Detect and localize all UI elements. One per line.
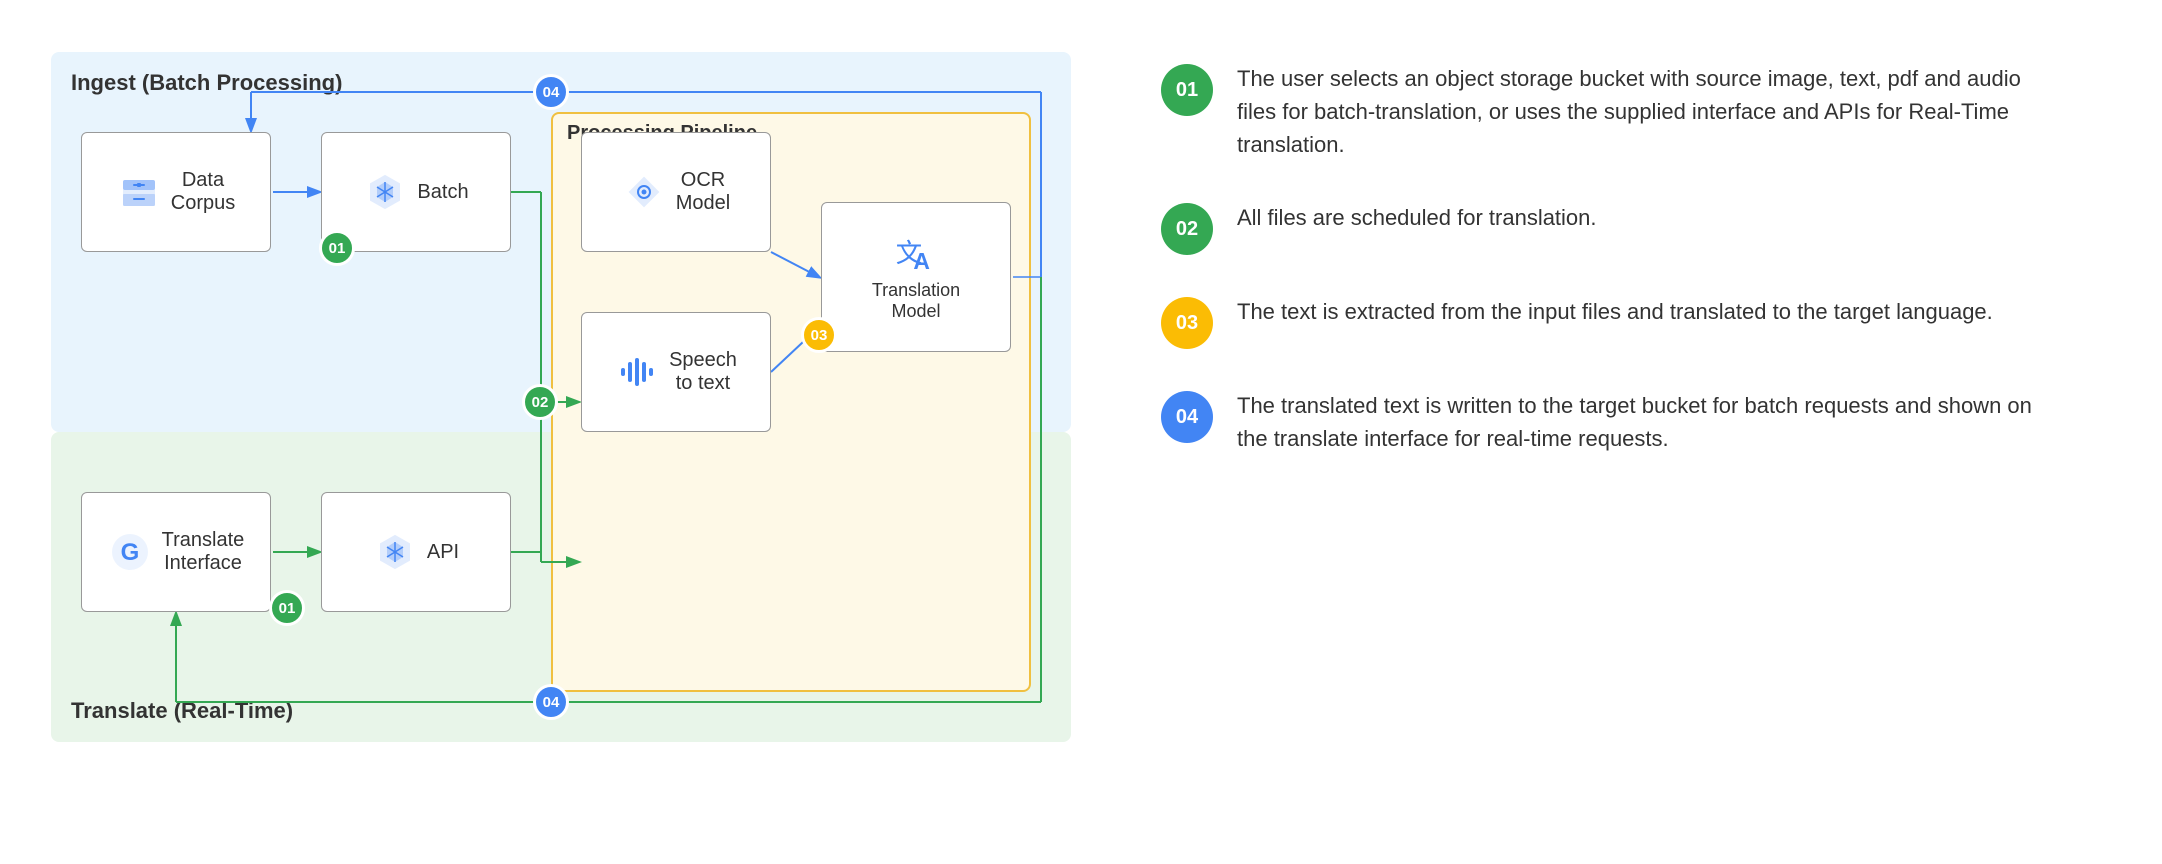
step-1: 01 The user selects an object storage bu… [1161,62,2061,161]
badge-03: 03 [801,317,837,353]
svg-text:G: G [120,539,139,566]
steps-panel: 01 The user selects an object storage bu… [1161,52,2061,455]
step-4: 04 The translated text is written to the… [1161,389,2061,455]
badge-01-translate: 01 [269,590,305,626]
step-2: 02 All files are scheduled for translati… [1161,201,2061,255]
ocr-icon [622,170,666,214]
speech-label: Speechto text [669,349,737,395]
translate-section-label: Translate (Real-Time) [71,698,293,724]
badge-04-top: 04 [533,74,569,110]
batch-icon [363,170,407,214]
batch-label: Batch [417,181,468,204]
step-1-text: The user selects an object storage bucke… [1237,62,2061,161]
main-container: Ingest (Batch Processing) Translate (Rea… [31,32,2131,832]
api-node: API [321,492,511,612]
step-2-badge: 02 [1161,203,1213,255]
ingest-label: Ingest (Batch Processing) [71,70,342,96]
ocr-label: OCRModel [676,169,730,215]
diagram: Ingest (Batch Processing) Translate (Rea… [51,52,1101,812]
step-3: 03 The text is extracted from the input … [1161,295,2061,349]
translate-interface-node: G TranslateInterface [81,492,271,612]
step-3-text: The text is extracted from the input fil… [1237,295,2061,328]
translate-interface-icon: G [108,530,152,574]
batch-node: Batch [321,132,511,252]
translation-model-label: TranslationModel [872,280,960,322]
speech-to-text-node: Speechto text [581,312,771,432]
speech-icon [615,350,659,394]
badge-01-ingest: 01 [319,230,355,266]
translation-model-node: 文 A TranslationModel [821,202,1011,352]
badge-02: 02 [522,384,558,420]
ocr-model-node: OCRModel [581,132,771,252]
api-icon [373,530,417,574]
svg-text:A: A [913,248,930,274]
badge-04-bottom: 04 [533,684,569,720]
step-2-text: All files are scheduled for translation. [1237,201,2061,234]
data-corpus-label: DataCorpus [171,169,235,215]
step-1-badge: 01 [1161,64,1213,116]
step-4-text: The translated text is written to the ta… [1237,389,2061,455]
step-3-badge: 03 [1161,297,1213,349]
data-corpus-icon [117,170,161,214]
api-label: API [427,541,459,564]
translation-model-icon: 文 A [894,232,938,276]
data-corpus-node: DataCorpus [81,132,271,252]
translate-interface-label: TranslateInterface [162,529,245,575]
step-4-badge: 04 [1161,391,1213,443]
